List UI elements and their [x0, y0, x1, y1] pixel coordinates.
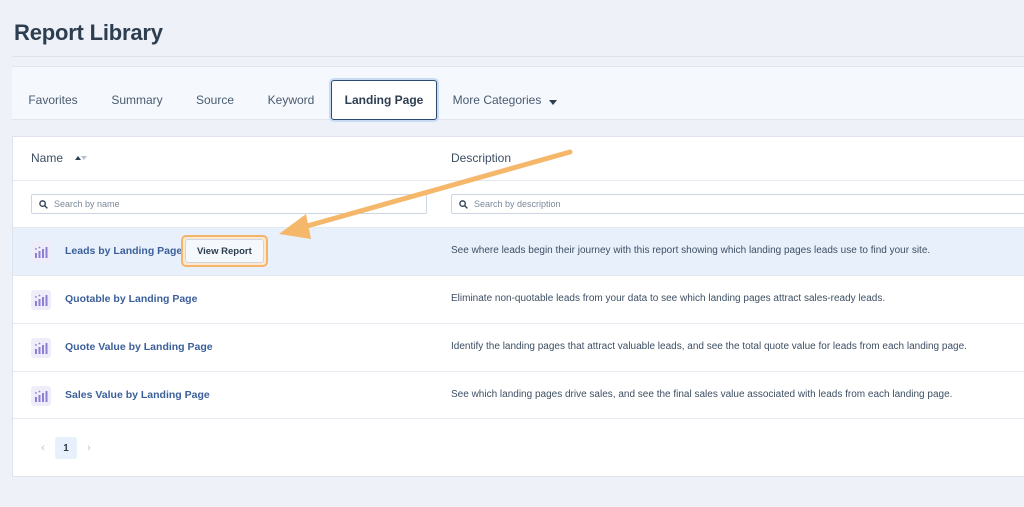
- report-name-link[interactable]: Quote Value by Landing Page: [65, 341, 213, 353]
- column-header-description: Description: [451, 151, 512, 165]
- pagination: ‹ 1 ›: [35, 437, 97, 459]
- search-icon: [39, 199, 48, 209]
- tab-label: Summary: [111, 93, 163, 107]
- report-description: See which landing pages drive sales, and…: [451, 389, 953, 400]
- report-description: Eliminate non-quotable leads from your d…: [451, 293, 886, 304]
- sort-icon[interactable]: [75, 155, 87, 161]
- title-divider: [12, 56, 1024, 57]
- bar-chart-icon: [31, 338, 51, 358]
- report-description: Identify the landing pages that attract …: [451, 341, 967, 352]
- tab-source[interactable]: Source: [188, 80, 242, 120]
- category-tabs: Favorites Summary Source Keyword Landing…: [12, 66, 1024, 120]
- tab-more-categories[interactable]: More Categories: [450, 80, 560, 120]
- tab-keyword[interactable]: Keyword: [260, 80, 322, 120]
- table-row: Quotable by Landing Page Eliminate non-q…: [13, 275, 1024, 323]
- tab-landing-page[interactable]: Landing Page: [331, 80, 437, 120]
- tab-label: Favorites: [28, 93, 78, 107]
- view-report-highlight: View Report: [181, 235, 268, 267]
- tab-summary[interactable]: Summary: [106, 80, 168, 120]
- tab-label: Source: [195, 93, 235, 107]
- bar-chart-icon: [31, 386, 51, 406]
- tab-label: More Categories: [452, 93, 542, 107]
- tab-label: Keyword: [267, 93, 315, 107]
- tab-favorites[interactable]: Favorites: [20, 80, 86, 120]
- column-header-name[interactable]: Name: [31, 151, 63, 165]
- table-row: Sales Value by Landing Page See which la…: [13, 371, 1024, 419]
- tab-label: Landing Page: [344, 93, 424, 107]
- search-name-input[interactable]: [54, 199, 426, 209]
- table-row: Leads by Landing Page View Report See wh…: [13, 227, 1024, 275]
- bar-chart-icon: [31, 290, 51, 310]
- report-name-link[interactable]: Leads by Landing Page: [65, 245, 182, 257]
- page-number[interactable]: 1: [55, 437, 77, 459]
- bar-chart-icon: [31, 242, 51, 262]
- search-description-input[interactable]: [474, 199, 1024, 209]
- page-title: Report Library: [14, 20, 163, 45]
- search-name-field[interactable]: [31, 194, 427, 214]
- report-table: Name Description Leads by La: [12, 136, 1024, 477]
- prev-page-icon[interactable]: ‹: [35, 442, 51, 454]
- search-icon: [459, 199, 468, 209]
- report-description: See where leads begin their journey with…: [451, 245, 931, 256]
- view-report-button[interactable]: View Report: [185, 239, 264, 263]
- report-name-link[interactable]: Sales Value by Landing Page: [65, 389, 210, 401]
- report-name-link[interactable]: Quotable by Landing Page: [65, 293, 197, 305]
- table-row: Quote Value by Landing Page Identify the…: [13, 323, 1024, 371]
- header-divider: [13, 180, 1024, 181]
- search-description-field[interactable]: [451, 194, 1024, 214]
- next-page-icon[interactable]: ›: [81, 442, 97, 454]
- caret-down-icon: [549, 99, 558, 105]
